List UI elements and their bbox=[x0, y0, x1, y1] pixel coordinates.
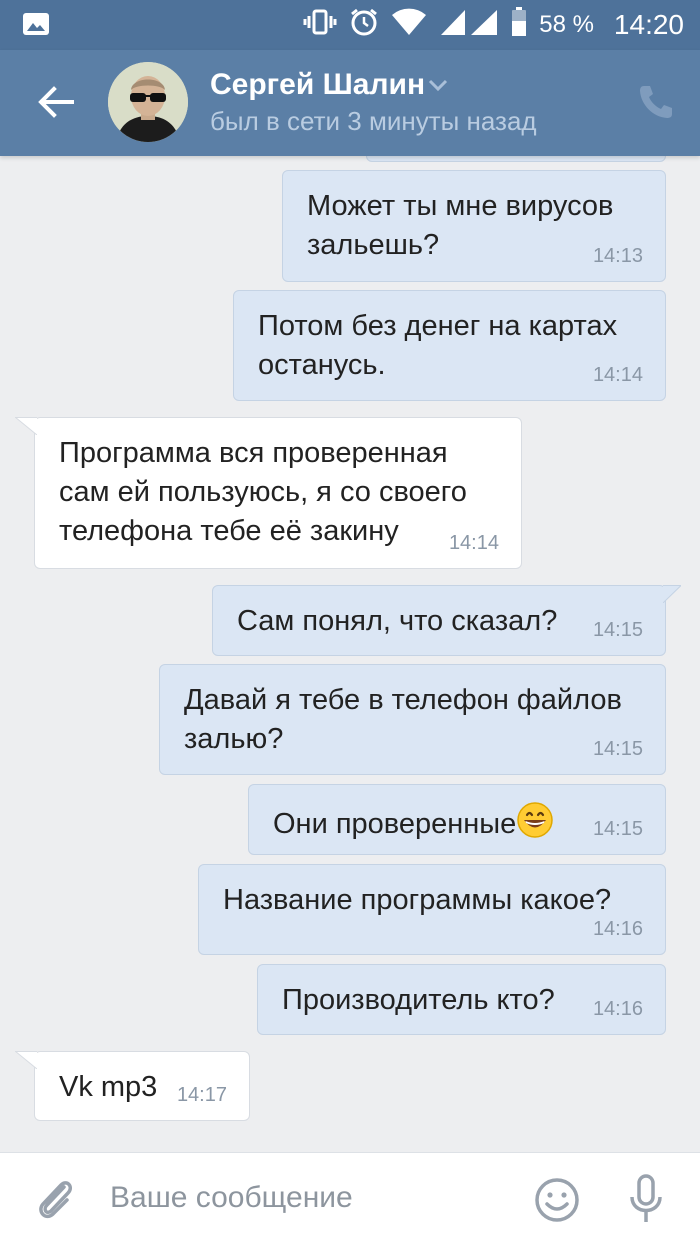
message-composer bbox=[0, 1152, 700, 1244]
status-bar: 58 % 14:20 bbox=[0, 0, 700, 50]
message-text: Название программы какое? bbox=[223, 884, 612, 916]
message-time: 14:14 bbox=[592, 364, 643, 386]
message-bubble-outgoing[interactable]: Потом без денег на картах останусь. 14:1… bbox=[233, 290, 666, 401]
battery-icon bbox=[511, 6, 527, 44]
message-bubble-outgoing[interactable]: Производитель кто? 14:16 bbox=[257, 964, 666, 1035]
battery-percent: 58 % bbox=[539, 11, 594, 38]
message-bubble-outgoing[interactable]: Давай я тебе в телефон файлов залью? 14:… bbox=[159, 664, 666, 775]
message-bubble-outgoing[interactable]: Сам понял, что сказал? 14:15 bbox=[212, 585, 681, 656]
voice-message-button[interactable] bbox=[628, 1173, 664, 1225]
message-bubble-outgoing[interactable]: Может ты мне вирусов зальешь? 14:13 bbox=[282, 170, 666, 282]
message-text: Может ты мне вирусов bbox=[307, 190, 614, 222]
chat-header: Сергей Шалин был в сети 3 минуты назад bbox=[0, 50, 700, 156]
message-time: 14:16 bbox=[592, 918, 643, 940]
message-text: Потом без денег на картах bbox=[258, 310, 618, 342]
chevron-down-icon[interactable] bbox=[428, 78, 448, 97]
message-time: 14:17 bbox=[176, 1084, 227, 1106]
bubble-tail bbox=[15, 417, 37, 435]
alarm-icon bbox=[349, 7, 379, 44]
vibrate-icon bbox=[303, 8, 337, 43]
message-text: Программа вся проверенная bbox=[59, 437, 448, 469]
message-text: Производитель кто? bbox=[282, 984, 555, 1016]
emoji-button[interactable] bbox=[534, 1177, 580, 1223]
message-text: залью? bbox=[184, 723, 284, 755]
message-text: телефона тебе её закину bbox=[59, 515, 399, 547]
message-text: зальешь? bbox=[307, 229, 440, 261]
contact-status: был в сети 3 минуты назад bbox=[210, 106, 537, 136]
avatar-photo-icon bbox=[108, 62, 188, 142]
contact-name[interactable]: Сергей Шалин bbox=[210, 68, 425, 102]
paperclip-icon bbox=[39, 1181, 73, 1219]
message-time: 14:15 bbox=[592, 619, 643, 641]
signal-icon bbox=[439, 8, 499, 43]
wifi-icon bbox=[391, 8, 427, 43]
message-text: сам ей пользуюсь, я со своего bbox=[59, 476, 467, 508]
message-time: 14:16 bbox=[592, 998, 643, 1020]
message-text: Vk mp3 bbox=[59, 1071, 158, 1103]
message-text: останусь. bbox=[258, 349, 386, 381]
clock: 14:20 bbox=[613, 9, 684, 40]
message-text: Сам понял, что сказал? bbox=[237, 605, 558, 637]
call-button[interactable] bbox=[636, 82, 676, 122]
message-text: Они проверенные bbox=[273, 808, 517, 840]
gallery-notification-icon bbox=[22, 10, 50, 43]
message-input[interactable] bbox=[110, 1173, 510, 1223]
arrow-left-icon bbox=[38, 86, 74, 118]
message-bubble-outgoing[interactable]: Название программы какое? 14:16 bbox=[198, 864, 666, 955]
smiley-icon bbox=[535, 1178, 579, 1222]
message-bubble-incoming[interactable]: Vk mp3 14:17 bbox=[15, 1051, 250, 1121]
message-time: 14:14 bbox=[448, 532, 499, 554]
message-time: 14:15 bbox=[592, 738, 643, 760]
message-bubble-incoming[interactable]: Программа вся проверенная сам ей пользую… bbox=[15, 417, 522, 569]
message-time: 14:13 bbox=[592, 245, 643, 267]
microphone-icon bbox=[630, 1174, 662, 1222]
bubble-tail bbox=[15, 1051, 37, 1069]
message-time: 14:15 bbox=[592, 818, 643, 840]
phone-icon bbox=[640, 86, 672, 118]
grinning-face-emoji-icon bbox=[517, 802, 554, 838]
attach-button[interactable] bbox=[34, 1175, 78, 1223]
bubble-tail bbox=[663, 585, 681, 603]
avatar[interactable] bbox=[108, 62, 188, 142]
message-list[interactable]: Может ты мне вирусов зальешь? 14:13 Пото… bbox=[0, 136, 700, 1152]
message-text: Давай я тебе в телефон файлов bbox=[184, 684, 622, 716]
back-button[interactable] bbox=[34, 80, 78, 124]
message-bubble-outgoing[interactable]: Они проверенные 14:15 bbox=[248, 784, 666, 855]
